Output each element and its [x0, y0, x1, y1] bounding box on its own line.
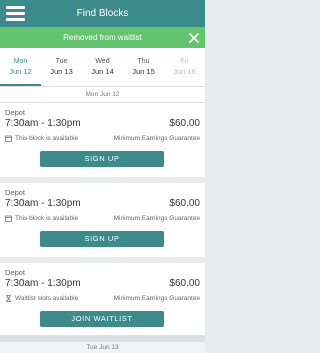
hourglass-icon	[6, 295, 11, 302]
day-name: Fri	[180, 58, 189, 65]
block-status-text: This block is available	[15, 135, 79, 142]
day-tabs: Mon Jun 12 Tue Jun 13 Wed Jun 14 Thu Jun…	[0, 48, 205, 86]
block-time: 7:30am - 1:30pm	[5, 118, 81, 129]
day-date: Jun 15	[132, 67, 155, 76]
page-title: Find Blocks	[76, 8, 129, 19]
day-name: Thu	[137, 58, 150, 65]
block-location: Depot	[5, 108, 26, 117]
block-status: This block is available	[5, 135, 78, 142]
banner-message: Removed from waitlist	[63, 33, 142, 42]
block-card: Depot 7:30am - 1:30pm $60.00 Waitlist sl…	[0, 263, 205, 335]
block-status-text: This block is available	[15, 215, 79, 222]
block-guarantee: Minimum Earnings Guarantee	[113, 215, 200, 222]
block-status-text: Waitlist slots available	[15, 295, 79, 302]
tab-day-mon[interactable]: Mon Jun 12	[0, 48, 41, 86]
block-status: Waitlist slots available	[5, 295, 78, 302]
block-time: 7:30am - 1:30pm	[5, 278, 81, 289]
day-date: Jun 13	[50, 67, 73, 76]
block-price: $60.00	[169, 278, 200, 289]
block-card: Depot 7:30am - 1:30pm $60.00 This block …	[0, 103, 205, 177]
block-time: 7:30am - 1:30pm	[5, 198, 81, 209]
join-waitlist-button[interactable]: JOIN WAITLIST	[40, 311, 164, 327]
block-status: This block is available	[5, 215, 78, 222]
block-price: $60.00	[169, 118, 200, 129]
day-date: Jun 12	[9, 67, 32, 76]
sign-up-button[interactable]: SIGN UP	[40, 231, 164, 247]
block-guarantee: Minimum Earnings Guarantee	[113, 295, 200, 302]
day-name: Tue	[55, 58, 68, 65]
section-date-header: Mon Jun 12	[0, 86, 205, 103]
calendar-icon	[5, 215, 12, 222]
day-date: Jun 16	[173, 67, 196, 76]
day-name: Wed	[95, 58, 110, 65]
section-date-header: Tue Jun 13	[0, 341, 205, 353]
sign-up-button[interactable]: SIGN UP	[40, 151, 164, 167]
notification-banner: Removed from waitlist	[0, 27, 205, 48]
top-bar: Find Blocks	[0, 0, 205, 27]
block-card: Depot 7:30am - 1:30pm $60.00 This block …	[0, 183, 205, 257]
tab-day-fri: Fri Jun 16	[164, 48, 205, 86]
close-icon[interactable]	[188, 31, 200, 43]
day-date: Jun 14	[91, 67, 114, 76]
tab-day-thu[interactable]: Thu Jun 15	[123, 48, 164, 86]
day-name: Mon	[13, 58, 28, 65]
block-location: Depot	[5, 188, 26, 197]
block-price: $60.00	[169, 198, 200, 209]
block-location: Depot	[5, 268, 26, 277]
calendar-icon	[5, 135, 12, 142]
tab-day-wed[interactable]: Wed Jun 14	[82, 48, 123, 86]
tab-day-tue[interactable]: Tue Jun 13	[41, 48, 82, 86]
block-guarantee: Minimum Earnings Guarantee	[113, 135, 200, 142]
